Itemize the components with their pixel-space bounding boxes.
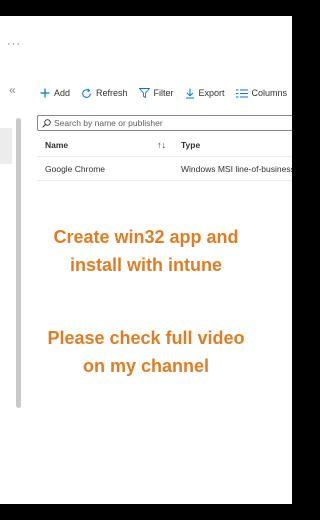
columns-button-label: Columns xyxy=(251,88,288,98)
collapse-nav-icon[interactable]: « xyxy=(9,83,16,97)
filter-button-label: Filter xyxy=(153,88,174,98)
overlay-line: install with intune xyxy=(70,255,222,275)
column-header-name[interactable]: Name xyxy=(45,140,68,150)
download-icon xyxy=(185,88,195,99)
refresh-icon xyxy=(81,88,92,99)
overlay-caption-top: Create win32 app and install with intune xyxy=(0,223,292,279)
divider xyxy=(37,180,292,181)
filter-button[interactable]: Filter xyxy=(138,88,174,98)
more-options-icon[interactable]: ··· xyxy=(7,38,21,50)
overlay-line: Please check full video xyxy=(47,328,245,348)
column-header-type[interactable]: Type xyxy=(181,140,200,150)
overlay-line: on my channel xyxy=(82,356,210,376)
overlay-caption-bottom: Please check full video on my channel xyxy=(0,324,292,380)
table-row[interactable]: Google Chrome Windows MSI line-of-busine… xyxy=(37,157,292,179)
export-button-label: Export xyxy=(198,88,225,98)
filter-icon xyxy=(138,88,150,98)
command-bar: Add Refresh Filter Export Columns xyxy=(40,84,292,102)
export-button[interactable]: Export xyxy=(185,88,225,99)
overlay-line: Create win32 app and xyxy=(53,227,239,247)
add-button[interactable]: Add xyxy=(40,88,70,98)
add-button-label: Add xyxy=(54,88,71,98)
search-placeholder: Search by name or publisher xyxy=(54,118,163,128)
refresh-button[interactable]: Refresh xyxy=(81,88,128,99)
app-type-cell: Windows MSI line-of-business app xyxy=(181,164,292,174)
columns-icon xyxy=(235,89,248,98)
plus-icon xyxy=(40,88,50,98)
app-name-cell[interactable]: Google Chrome xyxy=(45,164,105,174)
columns-button[interactable]: Columns xyxy=(235,88,288,98)
refresh-button-label: Refresh xyxy=(96,88,128,98)
nav-item-selected[interactable] xyxy=(0,128,12,164)
table-header: Name ↑↓ Type xyxy=(37,136,292,153)
sort-icon[interactable]: ↑↓ xyxy=(157,140,166,150)
search-icon xyxy=(42,118,51,128)
search-box[interactable]: Search by name or publisher xyxy=(37,115,292,131)
